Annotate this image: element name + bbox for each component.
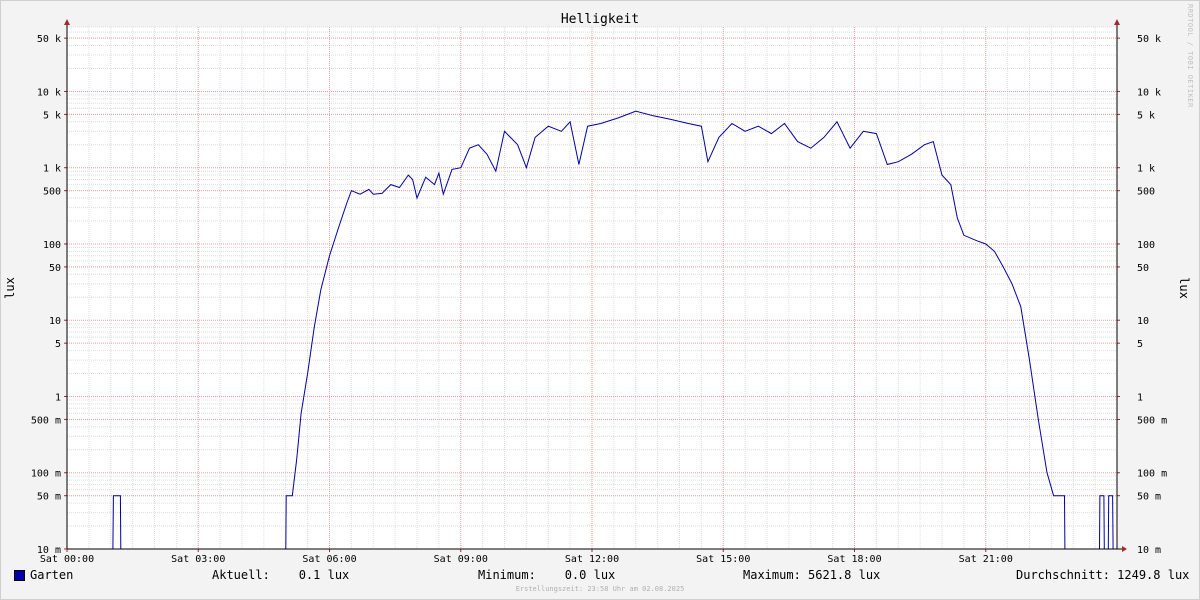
brightness-chart: Helligkeit lux lux 50 k 50 k 10 k 10 k 5 k 5 … [3, 12, 1191, 565]
y-tick-label-left: 1 k [43, 164, 61, 175]
x-tick-label: Sat 12:00 [565, 554, 619, 565]
y-tick-label-right: 50 m [1137, 492, 1161, 503]
x-axis-arrow [1122, 546, 1127, 552]
y-tick-label-right: 50 k [1137, 34, 1161, 45]
legend-current: Aktuell: 0.1 lux [212, 568, 350, 582]
x-tick-label: Sat 06:00 [302, 554, 356, 565]
y-tick-label-left: 1 [55, 392, 61, 403]
y-tick-label-right: 1 k [1137, 164, 1155, 175]
y-tick-label-right: 500 [1137, 187, 1155, 198]
y-axis-arrow-left [64, 19, 70, 25]
y-tick-label-left: 50 k [37, 34, 61, 45]
x-axis-ticks: Sat 00:00 Sat 03:00 Sat 06:00 Sat 09:00 Sat … [40, 549, 1013, 565]
vendor-watermark: RRDTOOL / TOBI OETIKER [1186, 4, 1194, 108]
y-tick-label-left: 5 k [43, 110, 61, 121]
y-tick-label-right: 10 k [1137, 87, 1161, 98]
y-tick-label-left: 50 m [37, 492, 61, 503]
legend-series-name: Garten [30, 568, 74, 582]
y-tick-label-left: 100 m [31, 469, 61, 480]
y-tick-label-right: 100 [1137, 240, 1155, 251]
y-tick-label-right: 5 [1137, 339, 1143, 350]
y-tick-label-right: 10 m [1137, 545, 1161, 556]
y-tick-label-right: 1 [1137, 392, 1143, 403]
y-tick-label-left: 500 [43, 187, 61, 198]
legend-swatch-garten [14, 570, 25, 581]
legend-minimum: Minimum: 0.0 lux [478, 568, 616, 582]
x-tick-label: Sat 09:00 [434, 554, 488, 565]
y-axis-label-left: lux [3, 277, 17, 299]
y-axis-arrow-right [1114, 19, 1120, 25]
y-tick-label-right: 100 m [1137, 469, 1167, 480]
legend-maximum: Maximum: 5621.8 lux [743, 568, 881, 582]
y-tick-label-left: 10 [49, 316, 61, 327]
x-tick-label: Sat 00:00 [40, 554, 94, 565]
y-tick-label-right: 50 [1137, 263, 1149, 274]
y-tick-label-right: 500 m [1137, 415, 1167, 426]
y-tick-label-left: 100 [43, 240, 61, 251]
x-tick-label: Sat 18:00 [827, 554, 881, 565]
legend-average: Durchschnitt: 1249.8 lux [1016, 568, 1190, 582]
x-tick-label: Sat 15:00 [696, 554, 750, 565]
y-tick-label-left: 10 k [37, 87, 61, 98]
chart-title: Helligkeit [561, 12, 639, 27]
y-tick-label-left: 50 [49, 263, 61, 274]
x-tick-label: Sat 03:00 [171, 554, 225, 565]
y-tick-label-left: 500 m [31, 415, 61, 426]
y-tick-label-right: 10 [1137, 316, 1149, 327]
y-tick-label-left: 5 [55, 339, 61, 350]
x-tick-label: Sat 21:00 [959, 554, 1013, 565]
y-axis-label-right: lux [1177, 277, 1191, 299]
creation-time-footer: Erstellungszeit: 23:58 Uhr am 02.08.2025 [515, 585, 685, 593]
y-tick-label-right: 5 k [1137, 110, 1155, 121]
